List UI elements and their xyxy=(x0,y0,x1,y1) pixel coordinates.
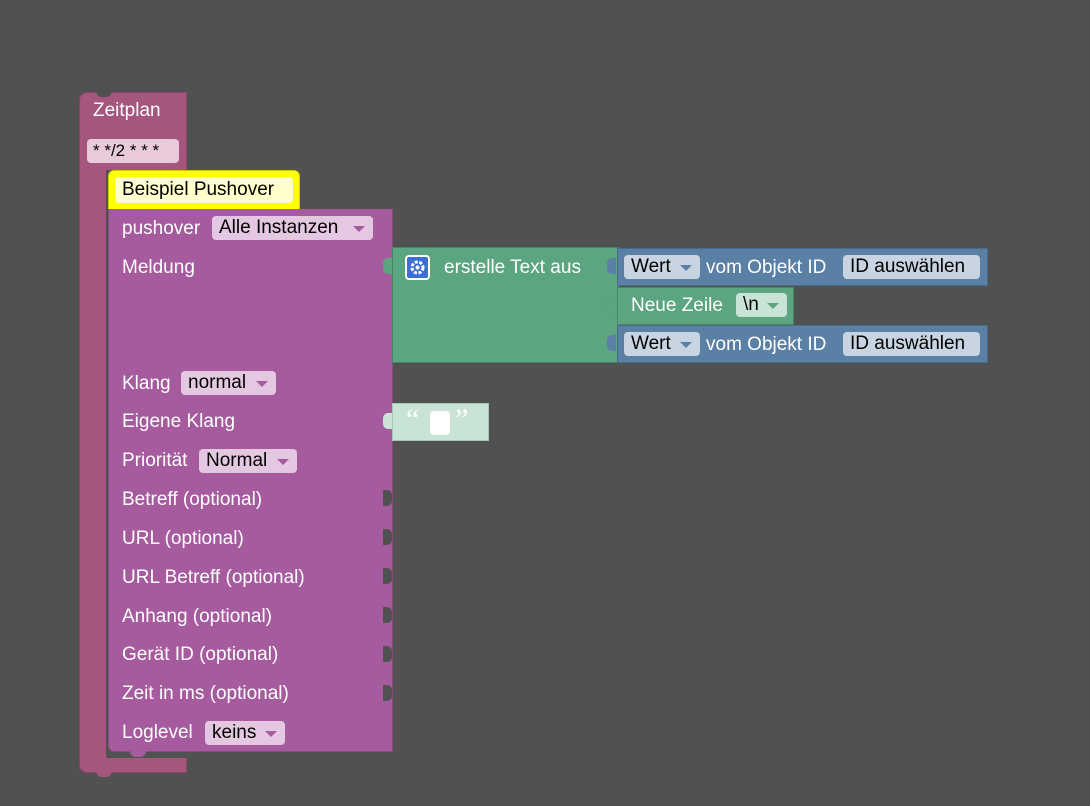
instance-dropdown[interactable]: Alle Instanzen xyxy=(212,216,373,240)
device-label: Gerät ID (optional) xyxy=(122,644,279,665)
text-join-output-plug xyxy=(383,258,392,274)
time-input-socket[interactable] xyxy=(383,685,392,701)
newline-dropdown-value: \n xyxy=(743,294,759,315)
object-value-2-plug xyxy=(607,335,616,351)
newline-plug xyxy=(607,297,616,313)
value-mode-dropdown-1[interactable]: Wert xyxy=(624,255,700,279)
object-value-1-plug xyxy=(607,258,616,274)
subject-label: Betreff (optional) xyxy=(122,489,263,510)
chevron-down-icon xyxy=(277,459,289,465)
newline-label: Neue Zeile xyxy=(631,295,723,316)
time-label: Zeit in ms (optional) xyxy=(122,683,289,704)
cron-field[interactable]: * */2 * * * xyxy=(87,139,179,163)
pushover-label: pushover xyxy=(122,218,201,239)
subject-input-socket[interactable] xyxy=(383,490,392,506)
value-mode-1-value: Wert xyxy=(631,256,671,277)
chevron-down-icon xyxy=(680,265,692,271)
mutator-gear-icon[interactable] xyxy=(405,255,430,280)
own-sound-label: Eigene Klang xyxy=(122,411,236,432)
gear-icon xyxy=(410,260,425,275)
object-id-field-2[interactable]: ID auswählen xyxy=(843,332,980,356)
close-quote-icon: ” xyxy=(455,403,469,436)
object-id-label-2: vom Objekt ID xyxy=(706,334,827,355)
url-label: URL (optional) xyxy=(122,528,244,549)
priority-dropdown[interactable]: Normal xyxy=(199,449,297,473)
device-input-socket[interactable] xyxy=(383,646,392,662)
schedule-bottom-tab xyxy=(96,771,112,777)
loglevel-label: Loglevel xyxy=(122,722,193,743)
value-mode-dropdown-2[interactable]: Wert xyxy=(624,332,700,356)
chevron-down-icon xyxy=(256,381,268,387)
attachment-input-socket[interactable] xyxy=(383,607,392,623)
loglevel-dropdown-value: keins xyxy=(212,722,257,743)
instance-dropdown-value: Alle Instanzen xyxy=(219,217,339,238)
object-id-field-1[interactable]: ID auswählen xyxy=(843,255,980,279)
text-literal-plug xyxy=(383,413,392,429)
priority-label: Priorität xyxy=(122,450,188,471)
sound-label: Klang xyxy=(122,373,171,394)
newline-dropdown[interactable]: \n xyxy=(736,293,787,317)
loglevel-dropdown[interactable]: keins xyxy=(205,721,285,745)
chevron-down-icon xyxy=(680,342,692,348)
attachment-label: Anhang (optional) xyxy=(122,606,272,627)
open-quote-icon: “ xyxy=(406,403,420,436)
url-subject-input-socket[interactable] xyxy=(383,568,392,584)
message-label: Meldung xyxy=(122,257,195,278)
blockly-workspace[interactable]: { "schedule": { "title": "Zeitplan", "cr… xyxy=(0,0,1090,806)
value-mode-2-value: Wert xyxy=(631,333,671,354)
sound-dropdown-value: normal xyxy=(188,372,247,393)
text-literal-input[interactable] xyxy=(430,411,450,435)
object-id-label-1: vom Objekt ID xyxy=(706,257,827,278)
chevron-down-icon xyxy=(353,226,365,232)
text-join-label: erstelle Text aus xyxy=(444,257,581,278)
priority-dropdown-value: Normal xyxy=(206,450,268,471)
chevron-down-icon xyxy=(265,731,277,737)
chevron-down-icon xyxy=(767,303,779,309)
sound-dropdown[interactable]: normal xyxy=(181,371,276,395)
comment-label[interactable]: Beispiel Pushover xyxy=(115,177,293,203)
schedule-title: Zeitplan xyxy=(93,100,161,121)
url-input-socket[interactable] xyxy=(383,529,392,545)
pushover-block[interactable] xyxy=(108,209,393,752)
url-subject-label: URL Betreff (optional) xyxy=(122,567,305,588)
